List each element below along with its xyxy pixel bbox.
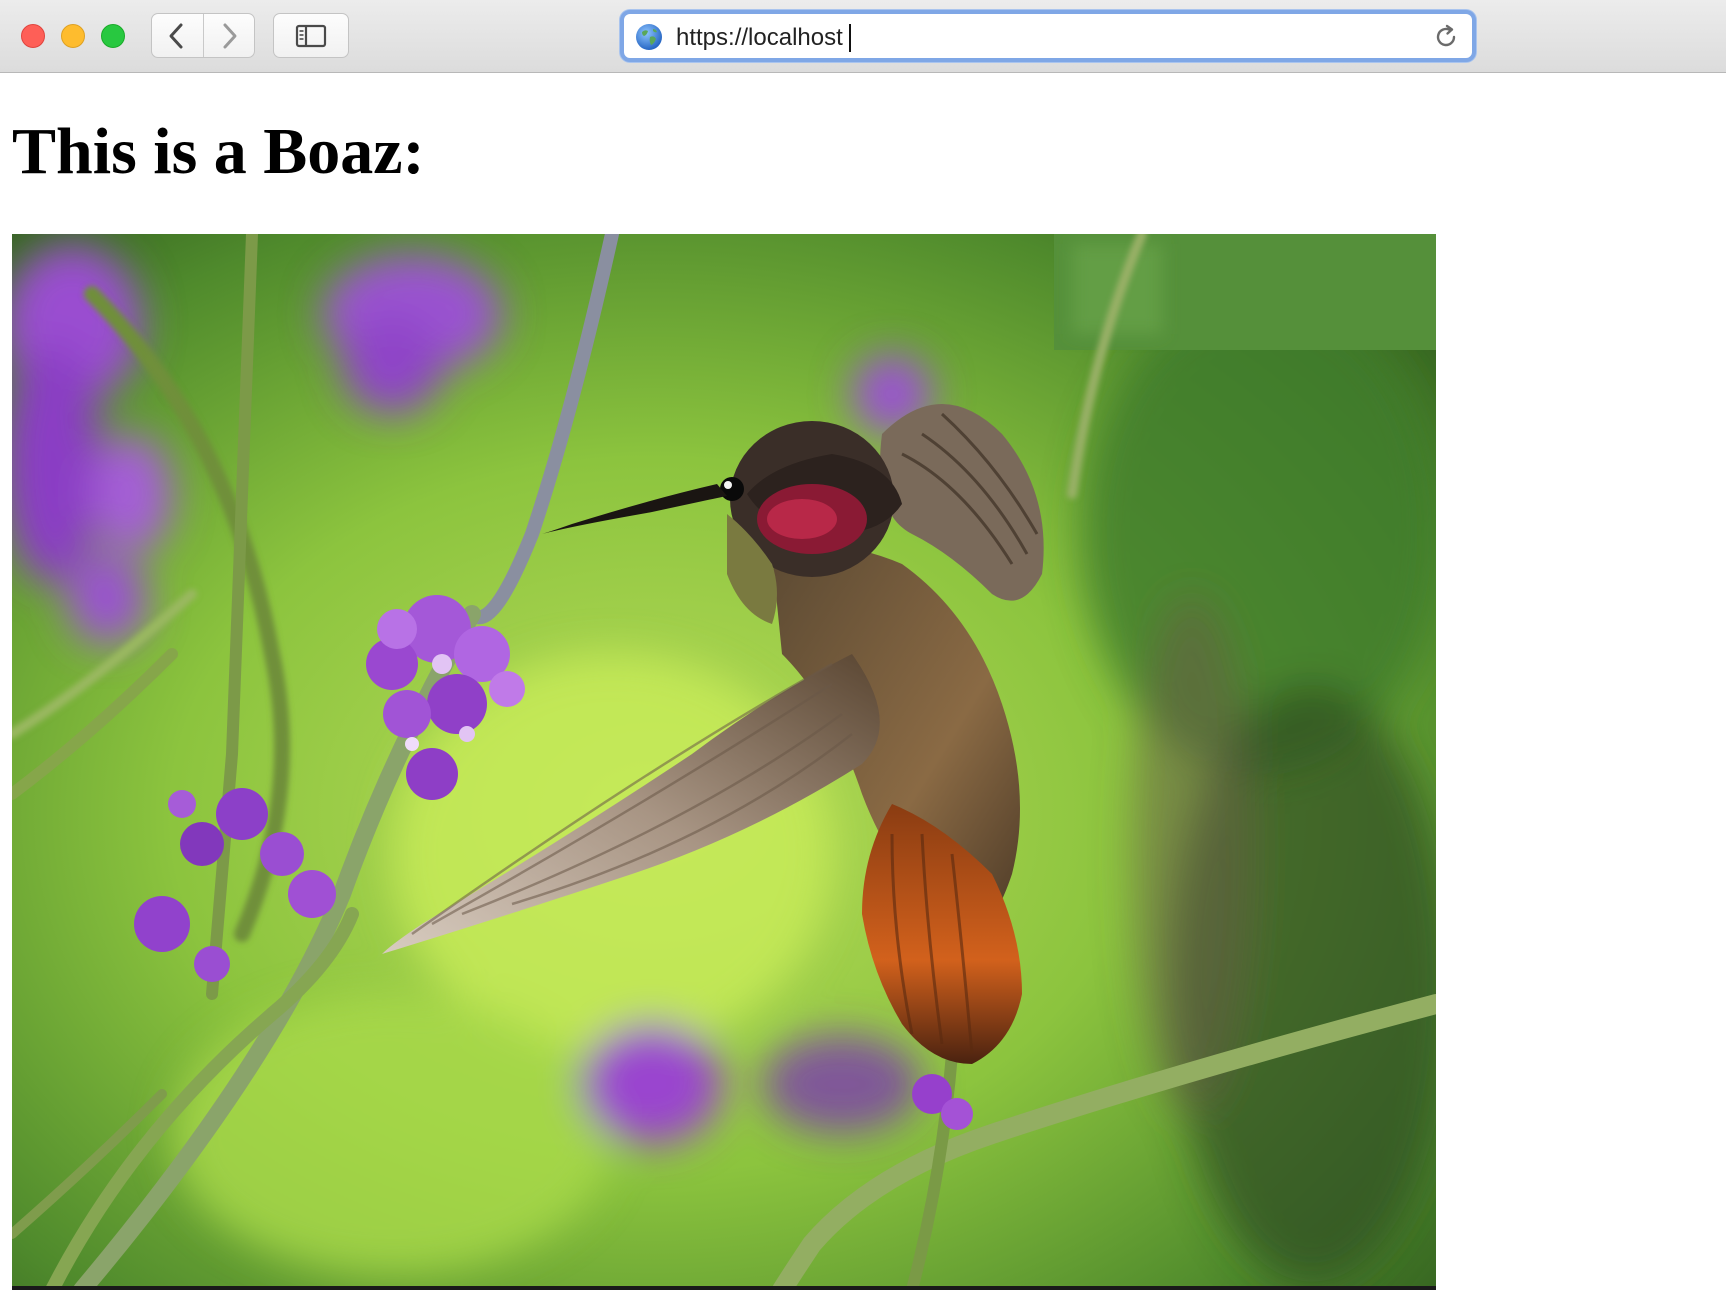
browser-toolbar: https://localhost [0, 0, 1726, 73]
chevron-right-icon [223, 23, 237, 48]
url-value: https://localhost [676, 24, 843, 51]
globe-icon [636, 24, 662, 50]
browser-window: https://localhost This is a Boaz: [0, 0, 1726, 1300]
hummingbird-photo [12, 234, 1436, 1290]
minimize-window-button[interactable] [61, 24, 85, 48]
close-window-button[interactable] [21, 24, 45, 48]
back-button[interactable] [152, 14, 203, 57]
forward-button[interactable] [202, 14, 255, 57]
url-text[interactable]: https://localhost [676, 24, 851, 52]
hummingbird-image [12, 234, 1436, 1286]
address-bar[interactable]: https://localhost [620, 10, 1476, 62]
page-content: This is a Boaz: [0, 74, 1726, 1300]
text-caret [848, 24, 851, 52]
zoom-window-button[interactable] [101, 24, 125, 48]
sidebar-toggle-button[interactable] [273, 13, 349, 58]
chevron-left-icon [169, 23, 183, 48]
reload-icon[interactable] [1432, 23, 1460, 51]
navigation-buttons [151, 13, 255, 58]
sidebar-icon [295, 24, 327, 47]
page-heading: This is a Boaz: [12, 115, 425, 188]
